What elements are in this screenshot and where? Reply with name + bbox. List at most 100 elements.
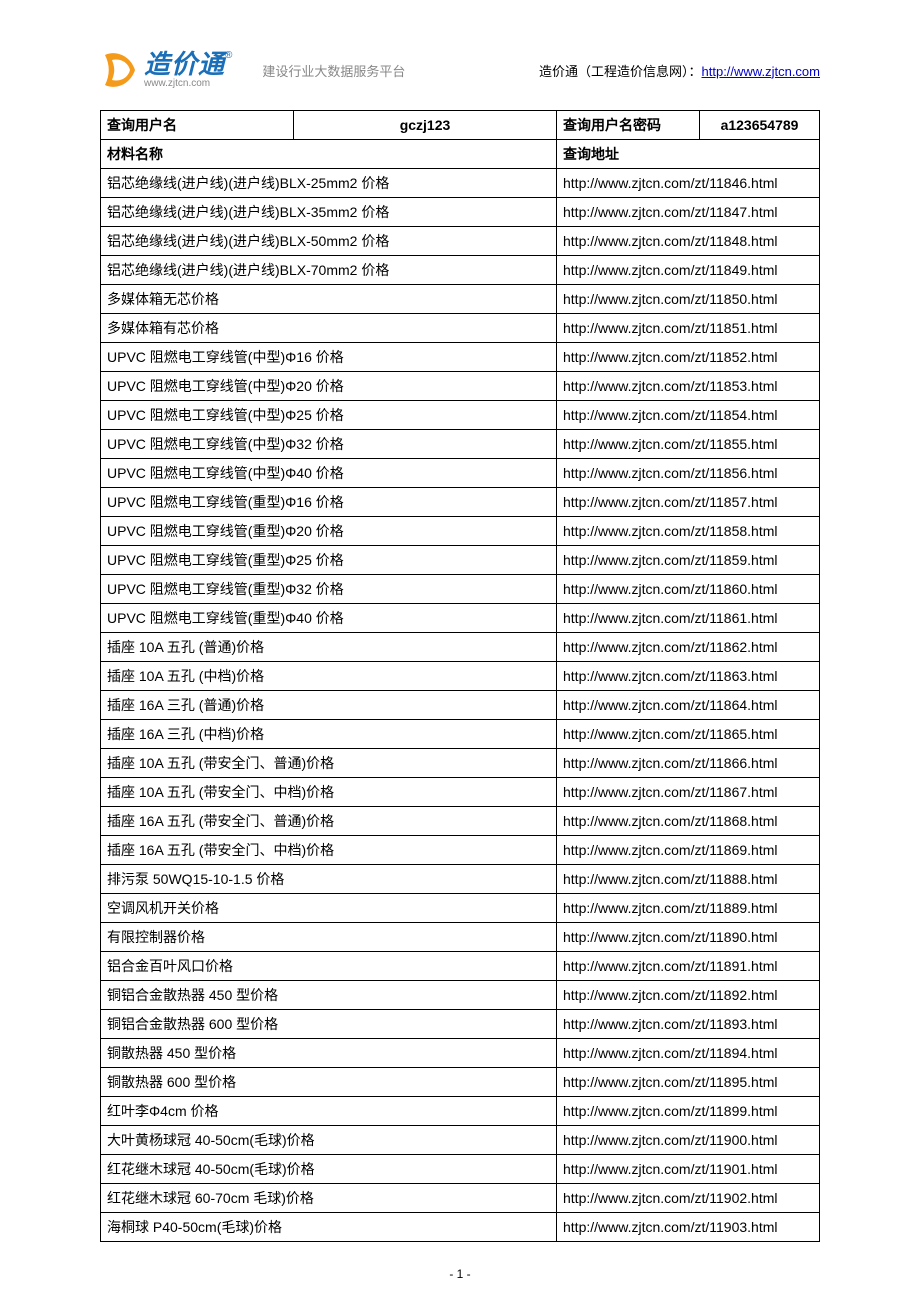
material-url-cell: http://www.zjtcn.com/zt/11854.html (557, 401, 820, 430)
table-row: UPVC 阻燃电工穿线管(重型)Φ32 价格http://www.zjtcn.c… (101, 575, 820, 604)
material-url-cell: http://www.zjtcn.com/zt/11866.html (557, 749, 820, 778)
material-url-cell: http://www.zjtcn.com/zt/11889.html (557, 894, 820, 923)
material-url-cell: http://www.zjtcn.com/zt/11903.html (557, 1213, 820, 1242)
material-name-cell: 海桐球 P40-50cm(毛球)价格 (101, 1213, 557, 1242)
header-right-link[interactable]: http://www.zjtcn.com (702, 64, 820, 79)
material-url-cell: http://www.zjtcn.com/zt/11855.html (557, 430, 820, 459)
material-url-cell: http://www.zjtcn.com/zt/11901.html (557, 1155, 820, 1184)
material-name-cell: UPVC 阻燃电工穿线管(重型)Φ16 价格 (101, 488, 557, 517)
table-row: 铜铝合金散热器 450 型价格http://www.zjtcn.com/zt/1… (101, 981, 820, 1010)
table-row: 空调风机开关价格http://www.zjtcn.com/zt/11889.ht… (101, 894, 820, 923)
table-row: 多媒体箱有芯价格http://www.zjtcn.com/zt/11851.ht… (101, 314, 820, 343)
material-name-cell: UPVC 阻燃电工穿线管(重型)Φ20 价格 (101, 517, 557, 546)
table-row: 插座 10A 五孔 (普通)价格http://www.zjtcn.com/zt/… (101, 633, 820, 662)
material-name-cell: 铝芯绝缘线(进户线)(进户线)BLX-50mm2 价格 (101, 227, 557, 256)
material-url-cell: http://www.zjtcn.com/zt/11860.html (557, 575, 820, 604)
table-row: 插座 16A 三孔 (普通)价格http://www.zjtcn.com/zt/… (101, 691, 820, 720)
material-url-cell: http://www.zjtcn.com/zt/11868.html (557, 807, 820, 836)
material-name-cell: UPVC 阻燃电工穿线管(重型)Φ40 价格 (101, 604, 557, 633)
material-url-cell: http://www.zjtcn.com/zt/11892.html (557, 981, 820, 1010)
material-name-cell: UPVC 阻燃电工穿线管(中型)Φ40 价格 (101, 459, 557, 488)
table-row: 大叶黄杨球冠 40-50cm(毛球)价格http://www.zjtcn.com… (101, 1126, 820, 1155)
material-name-cell: 排污泵 50WQ15-10-1.5 价格 (101, 865, 557, 894)
table-row: 铜散热器 600 型价格http://www.zjtcn.com/zt/1189… (101, 1068, 820, 1097)
material-url-cell: http://www.zjtcn.com/zt/11864.html (557, 691, 820, 720)
table-row: 铝合金百叶风口价格http://www.zjtcn.com/zt/11891.h… (101, 952, 820, 981)
material-url-cell: http://www.zjtcn.com/zt/11862.html (557, 633, 820, 662)
material-name-cell: UPVC 阻燃电工穿线管(中型)Φ16 价格 (101, 343, 557, 372)
material-url-cell: http://www.zjtcn.com/zt/11851.html (557, 314, 820, 343)
header-right: 造价通（工程造价信息网）：http://www.zjtcn.com (539, 61, 820, 80)
pw-value: a123654789 (700, 111, 820, 140)
material-name-cell: UPVC 阻燃电工穿线管(重型)Φ25 价格 (101, 546, 557, 575)
table-row: UPVC 阻燃电工穿线管(中型)Φ20 价格http://www.zjtcn.c… (101, 372, 820, 401)
material-name-cell: 铝芯绝缘线(进户线)(进户线)BLX-25mm2 价格 (101, 169, 557, 198)
material-name-cell: 红花继木球冠 60-70cm 毛球)价格 (101, 1184, 557, 1213)
material-name-cell: 多媒体箱无芯价格 (101, 285, 557, 314)
material-url-cell: http://www.zjtcn.com/zt/11849.html (557, 256, 820, 285)
data-table: 查询用户名 gczj123 查询用户名密码 a123654789 材料名称 查询… (100, 110, 820, 1242)
table-row: UPVC 阻燃电工穿线管(重型)Φ25 价格http://www.zjtcn.c… (101, 546, 820, 575)
table-row: UPVC 阻燃电工穿线管(中型)Φ16 价格http://www.zjtcn.c… (101, 343, 820, 372)
material-url-cell: http://www.zjtcn.com/zt/11900.html (557, 1126, 820, 1155)
table-row: 插座 16A 五孔 (带安全门、普通)价格http://www.zjtcn.co… (101, 807, 820, 836)
header-right-prefix: 造价通（工程造价信息网）： (539, 64, 702, 79)
material-name-cell: 铜散热器 450 型价格 (101, 1039, 557, 1068)
material-url-cell: http://www.zjtcn.com/zt/11890.html (557, 923, 820, 952)
material-name-cell: 铝合金百叶风口价格 (101, 952, 557, 981)
material-url-cell: http://www.zjtcn.com/zt/11848.html (557, 227, 820, 256)
material-url-cell: http://www.zjtcn.com/zt/11894.html (557, 1039, 820, 1068)
user-label: 查询用户名 (101, 111, 294, 140)
logo-main-text: 造价通® (144, 51, 232, 77)
material-name-cell: 插座 10A 五孔 (中档)价格 (101, 662, 557, 691)
table-row: UPVC 阻燃电工穿线管(重型)Φ20 价格http://www.zjtcn.c… (101, 517, 820, 546)
user-value: gczj123 (294, 111, 557, 140)
material-name-cell: 插座 16A 三孔 (中档)价格 (101, 720, 557, 749)
material-url-cell: http://www.zjtcn.com/zt/11846.html (557, 169, 820, 198)
material-name-cell: UPVC 阻燃电工穿线管(中型)Φ20 价格 (101, 372, 557, 401)
material-url-cell: http://www.zjtcn.com/zt/11888.html (557, 865, 820, 894)
material-name-cell: 大叶黄杨球冠 40-50cm(毛球)价格 (101, 1126, 557, 1155)
pw-label: 查询用户名密码 (557, 111, 700, 140)
table-row: 海桐球 P40-50cm(毛球)价格http://www.zjtcn.com/z… (101, 1213, 820, 1242)
material-name-cell: 插座 10A 五孔 (普通)价格 (101, 633, 557, 662)
material-name-cell: 有限控制器价格 (101, 923, 557, 952)
material-name-cell: 插座 16A 五孔 (带安全门、中档)价格 (101, 836, 557, 865)
logo-block: 造价通® www.zjtcn.com (100, 50, 232, 90)
table-row: UPVC 阻燃电工穿线管(中型)Φ25 价格http://www.zjtcn.c… (101, 401, 820, 430)
material-name-cell: 插座 10A 五孔 (带安全门、普通)价格 (101, 749, 557, 778)
table-row: 插座 10A 五孔 (带安全门、普通)价格http://www.zjtcn.co… (101, 749, 820, 778)
material-name-cell: 插座 16A 五孔 (带安全门、普通)价格 (101, 807, 557, 836)
material-url-cell: http://www.zjtcn.com/zt/11857.html (557, 488, 820, 517)
table-row: UPVC 阻燃电工穿线管(中型)Φ40 价格http://www.zjtcn.c… (101, 459, 820, 488)
material-name-cell: 铝芯绝缘线(进户线)(进户线)BLX-70mm2 价格 (101, 256, 557, 285)
material-name-cell: 红花继木球冠 40-50cm(毛球)价格 (101, 1155, 557, 1184)
header-tagline: 建设行业大数据服务平台 (232, 61, 539, 80)
material-url-cell: http://www.zjtcn.com/zt/11902.html (557, 1184, 820, 1213)
table-row: 有限控制器价格http://www.zjtcn.com/zt/11890.htm… (101, 923, 820, 952)
material-url-cell: http://www.zjtcn.com/zt/11891.html (557, 952, 820, 981)
material-url-cell: http://www.zjtcn.com/zt/11869.html (557, 836, 820, 865)
material-url-cell: http://www.zjtcn.com/zt/11852.html (557, 343, 820, 372)
table-row: 铝芯绝缘线(进户线)(进户线)BLX-70mm2 价格http://www.zj… (101, 256, 820, 285)
table-row: 插座 10A 五孔 (中档)价格http://www.zjtcn.com/zt/… (101, 662, 820, 691)
material-name-cell: UPVC 阻燃电工穿线管(重型)Φ32 价格 (101, 575, 557, 604)
material-url-cell: http://www.zjtcn.com/zt/11867.html (557, 778, 820, 807)
material-url-cell: http://www.zjtcn.com/zt/11893.html (557, 1010, 820, 1039)
table-row: 铝芯绝缘线(进户线)(进户线)BLX-50mm2 价格http://www.zj… (101, 227, 820, 256)
material-url-cell: http://www.zjtcn.com/zt/11850.html (557, 285, 820, 314)
material-url-cell: http://www.zjtcn.com/zt/11847.html (557, 198, 820, 227)
table-row: UPVC 阻燃电工穿线管(重型)Φ16 价格http://www.zjtcn.c… (101, 488, 820, 517)
material-name-cell: 插座 16A 三孔 (普通)价格 (101, 691, 557, 720)
table-row: 铝芯绝缘线(进户线)(进户线)BLX-25mm2 价格http://www.zj… (101, 169, 820, 198)
table-row: 排污泵 50WQ15-10-1.5 价格http://www.zjtcn.com… (101, 865, 820, 894)
table-header-row: 材料名称 查询地址 (101, 140, 820, 169)
material-url-cell: http://www.zjtcn.com/zt/11853.html (557, 372, 820, 401)
login-row: 查询用户名 gczj123 查询用户名密码 a123654789 (101, 111, 820, 140)
material-url-cell: http://www.zjtcn.com/zt/11865.html (557, 720, 820, 749)
material-url-cell: http://www.zjtcn.com/zt/11899.html (557, 1097, 820, 1126)
table-row: 铜散热器 450 型价格http://www.zjtcn.com/zt/1189… (101, 1039, 820, 1068)
material-name-cell: UPVC 阻燃电工穿线管(中型)Φ32 价格 (101, 430, 557, 459)
table-row: 插座 16A 三孔 (中档)价格http://www.zjtcn.com/zt/… (101, 720, 820, 749)
col-url-header: 查询地址 (557, 140, 820, 169)
